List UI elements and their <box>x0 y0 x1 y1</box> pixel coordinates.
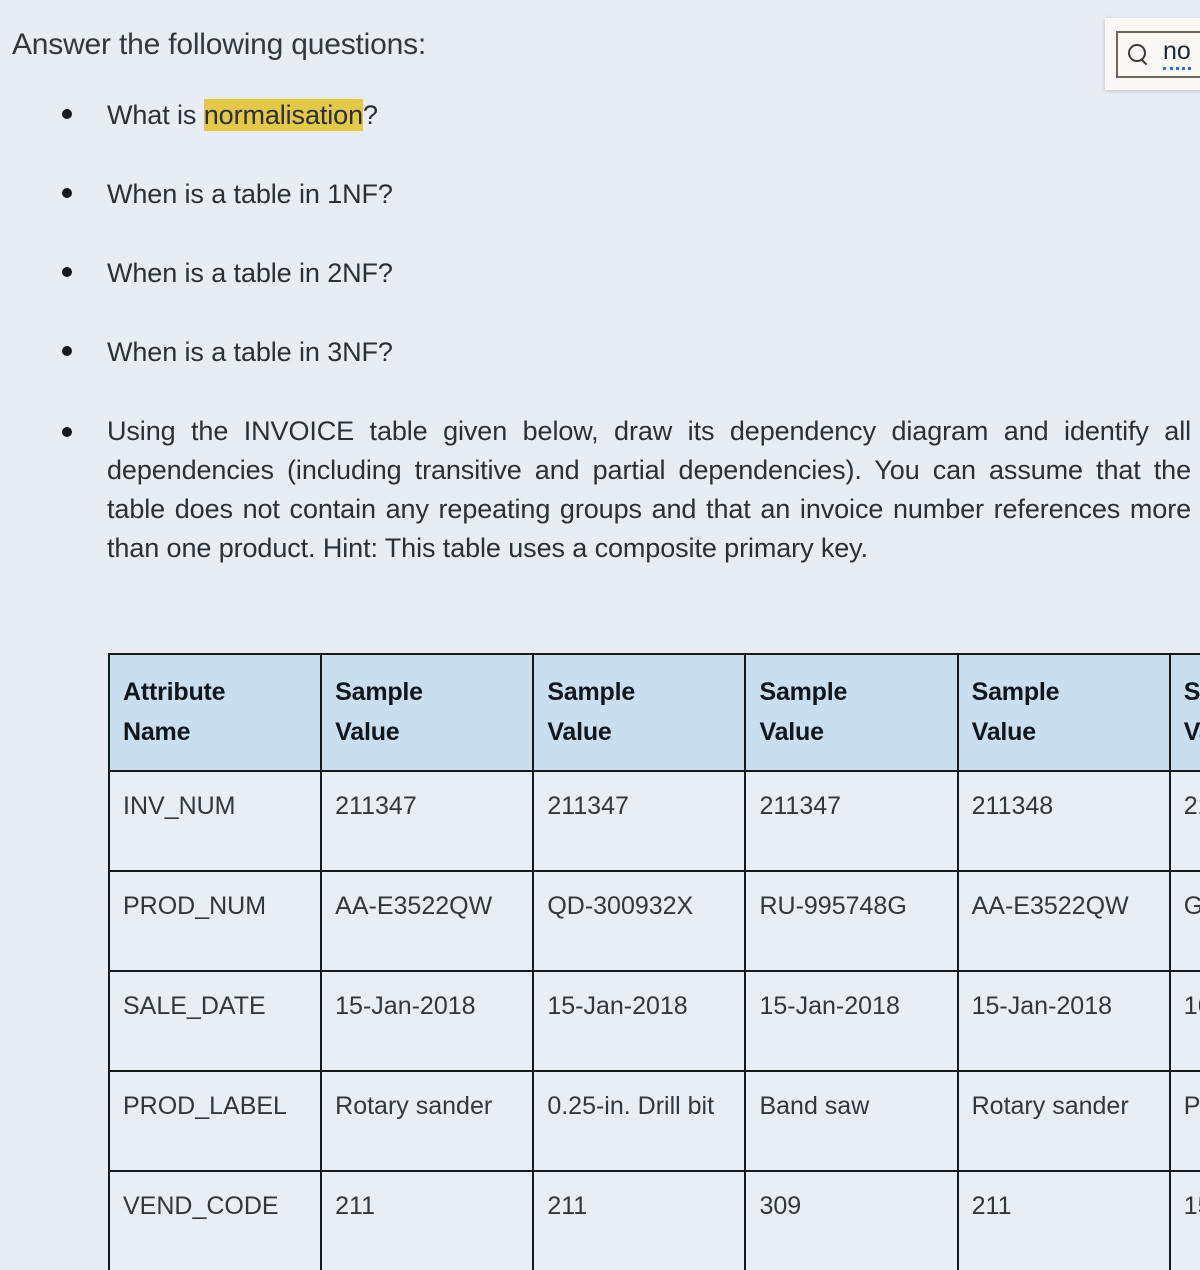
header-line-1: Sample <box>759 678 848 706</box>
header-line-1: Sample <box>971 678 1060 706</box>
cell-value: 15-Jan-2018 <box>956 970 1171 1072</box>
search-icon <box>1127 43 1149 65</box>
column-header-sample-value-1: Sample Value <box>320 653 535 772</box>
cell-value: 15-Jan-2018 <box>744 970 959 1072</box>
cell-value: QD-300932X <box>532 870 747 972</box>
table-row: PROD_NUM AA-E3522QW QD-300932X RU-995748… <box>107 870 1200 972</box>
cell-attribute-name: INV_NUM <box>107 770 323 872</box>
cell-value: Rotary sander <box>956 1070 1171 1172</box>
list-item-3nf: When is a table in 3NF? <box>0 333 1200 372</box>
invoice-table-container: Attribute Name Sample Value Sample Value… <box>107 653 1200 1270</box>
question-text: Using the INVOICE table given below, dra… <box>107 416 1191 563</box>
page-title: Answer the following questions: <box>12 28 427 61</box>
header-line-1: Attribute <box>123 678 226 706</box>
question-text: What is normalisation? <box>107 96 1200 135</box>
question-text: When is a table in 3NF? <box>107 337 393 367</box>
cell-value: 211349 <box>1168 770 1200 872</box>
cell-value: 15-Jan-2018 <box>532 970 747 1072</box>
search-input-value[interactable]: no <box>1163 38 1191 70</box>
table-row: VEND_CODE 211 211 309 211 157 <box>107 1170 1200 1270</box>
bullet-icon <box>62 346 72 356</box>
search-popup[interactable]: no <box>1105 18 1200 90</box>
cell-value: 211 <box>532 1170 747 1270</box>
header-line-1: Sample <box>1183 678 1200 706</box>
table-row: INV_NUM 211347 211347 211347 211348 2113… <box>107 770 1200 872</box>
cell-value: 157 <box>1168 1170 1200 1270</box>
column-header-sample-value-3: Sample Value <box>744 653 959 772</box>
list-item-normalisation: What is normalisation? <box>0 96 1200 135</box>
header-line-1: Sample <box>335 678 423 706</box>
table-header-row: Attribute Name Sample Value Sample Value… <box>107 653 1200 772</box>
cell-value: RU-995748G <box>744 870 959 972</box>
table-row: PROD_LABEL Rotary sander 0.25-in. Drill … <box>107 1070 1200 1172</box>
question-prefix: What is <box>107 100 204 130</box>
cell-value: 211 <box>956 1170 1171 1270</box>
question-text: When is a table in 1NF? <box>107 179 393 209</box>
bullet-icon <box>62 109 72 119</box>
header-line-2: Value <box>759 718 824 746</box>
question-suffix: ? <box>363 100 378 130</box>
cell-value: 0.25-in. Drill bit <box>532 1070 747 1172</box>
table-row: SALE_DATE 15-Jan-2018 15-Jan-2018 15-Jan… <box>107 970 1200 1072</box>
cell-value: AA-E3522QW <box>320 870 535 972</box>
bullet-icon <box>62 267 72 277</box>
cell-value: 211347 <box>320 770 535 872</box>
cell-attribute-name: SALE_DATE <box>107 970 323 1072</box>
highlighted-term: normalisation <box>203 99 364 131</box>
cell-attribute-name: PROD_NUM <box>107 870 323 972</box>
cell-value: 15-Jan-2018 <box>320 970 535 1072</box>
header-line-2: Value <box>547 718 612 746</box>
cell-attribute-name: PROD_LABEL <box>107 1070 323 1172</box>
column-header-attribute-name: Attribute Name <box>107 653 323 772</box>
column-header-sample-value-4: Sample Value <box>956 653 1171 772</box>
cell-value: Rotary sander <box>320 1070 535 1172</box>
invoice-table: Attribute Name Sample Value Sample Value… <box>107 653 1200 1270</box>
search-input-box[interactable]: no <box>1116 30 1200 78</box>
list-item-2nf: When is a table in 2NF? <box>0 254 1200 293</box>
cell-value: 16-Jan-2018 <box>1168 970 1200 1072</box>
column-header-sample-value-2: Sample Value <box>532 653 747 772</box>
header-line-2: Value <box>335 718 400 746</box>
cell-value: Band saw <box>744 1070 959 1172</box>
cell-value: 211348 <box>956 770 1171 872</box>
cell-attribute-name: VEND_CODE <box>107 1170 323 1270</box>
bullet-icon <box>62 427 72 437</box>
header-line-2: Value <box>971 718 1037 746</box>
cell-value: AA-E3522QW <box>956 870 1171 972</box>
cell-value: 309 <box>744 1170 959 1270</box>
bullet-icon <box>62 188 72 198</box>
header-line-1: Sample <box>547 678 636 706</box>
cell-value: 211347 <box>532 770 747 872</box>
cell-value: 211347 <box>744 770 959 872</box>
list-item-invoice-dependency: Using the INVOICE table given below, dra… <box>0 412 1200 568</box>
list-item-1nf: When is a table in 1NF? <box>0 175 1200 214</box>
question-list: What is normalisation? When is a table i… <box>0 96 1200 590</box>
question-text: When is a table in 2NF? <box>107 258 393 288</box>
cell-value: Power drill <box>1168 1070 1200 1172</box>
header-line-2: Value <box>1183 718 1200 746</box>
cell-value: GH-778345P <box>1168 870 1200 972</box>
column-header-sample-value-5: Sample Value <box>1168 653 1200 772</box>
header-line-2: Name <box>123 718 191 746</box>
cell-value: 211 <box>320 1170 535 1270</box>
